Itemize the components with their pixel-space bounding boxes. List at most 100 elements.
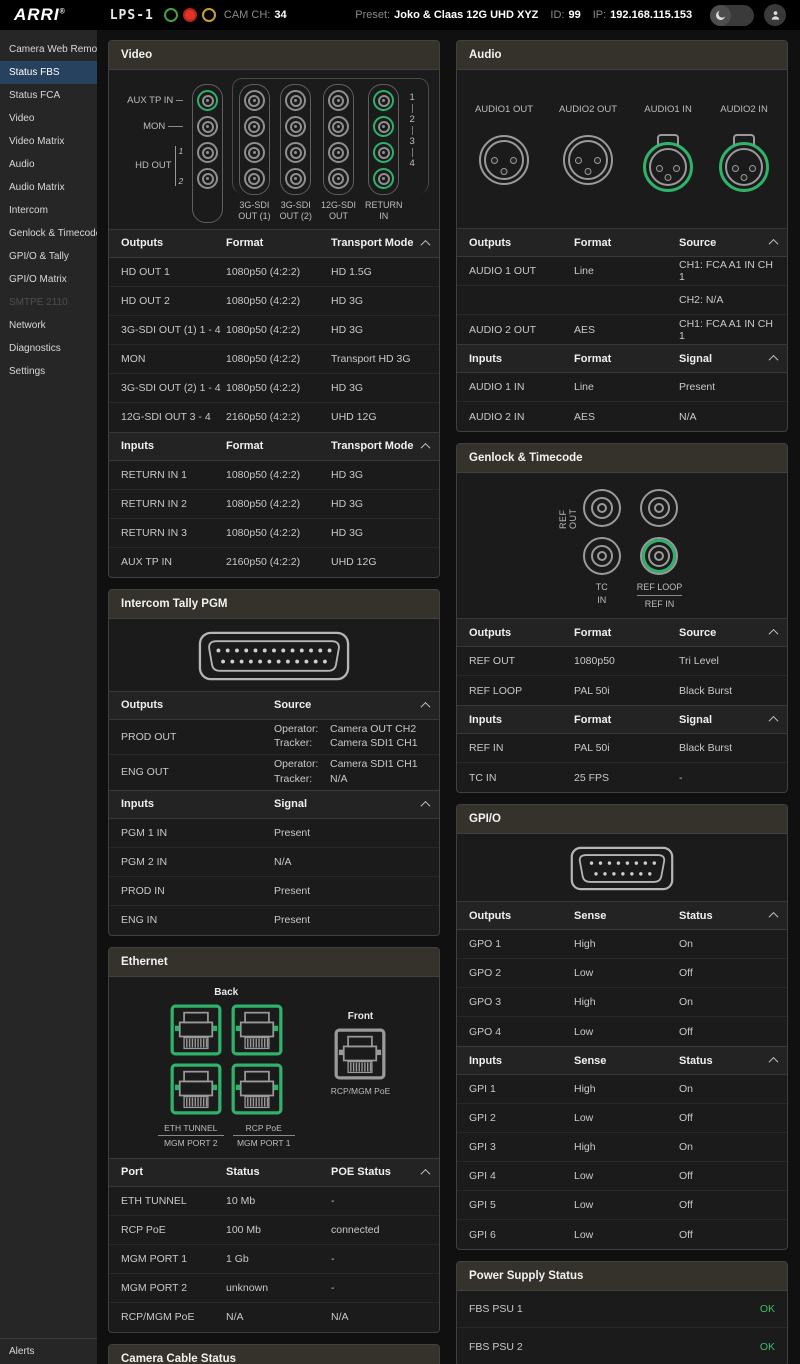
bnc-3gsdi1-4 xyxy=(244,168,265,189)
intercom-panel-title: Intercom Tally PGM xyxy=(109,590,439,619)
rj45-jack-icon xyxy=(170,1004,222,1056)
genlock-inputs-header: Inputs Format Signal xyxy=(457,705,787,734)
ethernet-panel-title: Ethernet xyxy=(109,948,439,977)
audio2-out-group: AUDIO2 OUT xyxy=(559,104,617,192)
genlock-connector-diagram: REF OUT TCIN REF LOOPREF IN xyxy=(457,473,787,618)
sidebar-item[interactable]: GPI/O & Tally xyxy=(0,245,97,268)
right-column: Audio AUDIO1 OUT AUDIO2 OUT AUDIO1 IN AU… xyxy=(456,40,788,1364)
intercom-inputs-header: Inputs Signal xyxy=(109,790,439,819)
bnc-aux-tp-in xyxy=(197,90,218,111)
device-name: LPS-1 xyxy=(110,8,154,23)
table-row: REF LOOP PAL 50i Black Burst xyxy=(457,676,787,705)
sidebar-item[interactable]: SMTPE 2110 xyxy=(0,291,97,314)
ethernet-rows: ETH TUNNEL 10 Mb - RCP PoE 100 Mb connec… xyxy=(109,1187,439,1332)
table-row: RCP PoE 100 Mb connected xyxy=(109,1216,439,1245)
bnc-3gsdi2-4 xyxy=(285,168,306,189)
table-row: ENG OUT Operator:Camera SDI1 CH1 Tracker… xyxy=(109,755,439,790)
sidebar-item[interactable]: Network xyxy=(0,314,97,337)
genlock-inputs-rows: REF IN PAL 50i Black Burst TC IN 25 FPS … xyxy=(457,734,787,792)
rj45-jack-icon xyxy=(170,1063,222,1115)
table-row: HD OUT 1 1080p50 (4:2:2) HD 1.5G xyxy=(109,258,439,287)
table-row: ETH TUNNEL 10 Mb - xyxy=(109,1187,439,1216)
xlr-audio2-in xyxy=(719,142,769,192)
sidebar-item-label: Audio Matrix xyxy=(9,182,65,193)
collapse-chevron-icon[interactable] xyxy=(421,442,431,452)
bnc-tc-in xyxy=(583,537,621,575)
collapse-chevron-icon[interactable] xyxy=(421,800,431,810)
table-row: GPI 3 High On xyxy=(457,1133,787,1162)
bnc-return-3 xyxy=(373,142,394,163)
xlr-audio2-out xyxy=(563,135,613,185)
bnc-hd-out-2 xyxy=(197,168,218,189)
sidebar-item-label: Audio xyxy=(9,159,35,170)
sidebar-item[interactable]: Intercom xyxy=(0,199,97,222)
audio-panel: Audio AUDIO1 OUT AUDIO2 OUT AUDIO1 IN AU… xyxy=(456,40,788,432)
tc-in-group: TCIN xyxy=(583,537,621,606)
sidebar-item-label: Video xyxy=(9,113,34,124)
user-button[interactable] xyxy=(764,4,786,26)
sidebar-item[interactable]: Diagnostics xyxy=(0,337,97,360)
genlock-panel-title: Genlock & Timecode xyxy=(457,444,787,473)
sidebar-item[interactable]: Status FBS xyxy=(0,61,97,84)
table-row: GPI 1 High On xyxy=(457,1075,787,1104)
table-row: RCP/MGM PoE N/A N/A xyxy=(109,1303,439,1332)
psu-panel-title: Power Supply Status xyxy=(457,1262,787,1291)
table-row: TC IN 25 FPS - xyxy=(457,763,787,792)
psu-name: FBS PSU 1 xyxy=(469,1303,523,1315)
sidebar-item-alerts[interactable]: Alerts xyxy=(0,1338,97,1364)
genlock-outputs-header: Outputs Format Source xyxy=(457,618,787,647)
intercom-panel: Intercom Tally PGM Outputs Source xyxy=(108,589,440,936)
monitor-bnc-column xyxy=(192,84,223,223)
sidebar: Camera Web Remote Status FBS Status FCA … xyxy=(0,30,97,1364)
collapse-chevron-icon[interactable] xyxy=(769,912,779,922)
audio-outputs-header: Outputs Format Source xyxy=(457,228,787,257)
sidebar-item-label: Genlock & Timecode xyxy=(9,228,97,239)
status-light-green-icon xyxy=(164,8,178,22)
collapse-chevron-icon[interactable] xyxy=(769,1057,779,1067)
sidebar-item-label: Video Matrix xyxy=(9,136,64,147)
gpio-outputs-rows: GPO 1 High On GPO 2 Low Off GPO 3 High O… xyxy=(457,930,787,1046)
psu-status-badge: OK xyxy=(760,1341,775,1353)
gpio-inputs-header: Inputs Sense Status xyxy=(457,1046,787,1075)
collapse-chevron-icon[interactable] xyxy=(421,239,431,249)
bnc-ref-out-1 xyxy=(583,489,621,527)
video-inputs-header: Inputs Format Transport Mode xyxy=(109,432,439,461)
collapse-chevron-icon[interactable] xyxy=(769,239,779,249)
collapse-chevron-icon[interactable] xyxy=(769,629,779,639)
dark-mode-toggle[interactable] xyxy=(710,5,754,26)
bnc-3gsdi1-3 xyxy=(244,142,265,163)
video-outputs-header: Outputs Format Transport Mode xyxy=(109,229,439,258)
sidebar-item[interactable]: Video Matrix xyxy=(0,130,97,153)
collapse-chevron-icon[interactable] xyxy=(769,355,779,365)
table-row: RETURN IN 1 1080p50 (4:2:2) HD 3G xyxy=(109,461,439,490)
rj45-jack-icon xyxy=(231,1063,283,1115)
sidebar-item[interactable]: Camera Web Remote xyxy=(0,38,97,61)
ref-out-label: REF OUT xyxy=(562,489,575,529)
psu-row: FBS PSU 1 OK xyxy=(457,1291,787,1328)
sidebar-item[interactable]: Audio Matrix xyxy=(0,176,97,199)
table-row: GPI 4 Low Off xyxy=(457,1162,787,1191)
sidebar-item[interactable]: Audio xyxy=(0,153,97,176)
sidebar-item-label: Settings xyxy=(9,366,45,377)
collapse-chevron-icon[interactable] xyxy=(769,716,779,726)
rj45-jack-icon xyxy=(231,1004,283,1056)
status-light-yellow-icon xyxy=(202,8,216,22)
table-row: REF OUT 1080p50 Tri Level xyxy=(457,647,787,676)
sidebar-item[interactable]: GPI/O Matrix xyxy=(0,268,97,291)
id-info: ID: 99 xyxy=(550,9,580,21)
table-row: AUDIO 2 IN AES N/A xyxy=(457,402,787,431)
sidebar-item[interactable]: Status FCA xyxy=(0,84,97,107)
audio-connector-diagram: AUDIO1 OUT AUDIO2 OUT AUDIO1 IN AUDIO2 I… xyxy=(457,70,787,228)
front-label: Front xyxy=(348,1011,374,1022)
preset-info: Preset: Joko & Claas 12G UHD XYZ xyxy=(355,9,538,21)
collapse-chevron-icon[interactable] xyxy=(421,1168,431,1178)
ethernet-front-group: Front RCP/MGM PoE xyxy=(331,1011,391,1148)
sidebar-item[interactable]: Video xyxy=(0,107,97,130)
sidebar-item[interactable]: Settings xyxy=(0,360,97,383)
collapse-chevron-icon[interactable] xyxy=(421,701,431,711)
left-column: Video AUX TP IN MON HD OUT 12 xyxy=(108,40,440,1364)
sidebar-item[interactable]: Genlock & Timecode xyxy=(0,222,97,245)
table-row: AUX TP IN 2160p50 (4:2:2) UHD 12G xyxy=(109,548,439,577)
db25-connector-icon xyxy=(198,631,350,681)
table-row: AUDIO 1 IN Line Present xyxy=(457,373,787,402)
